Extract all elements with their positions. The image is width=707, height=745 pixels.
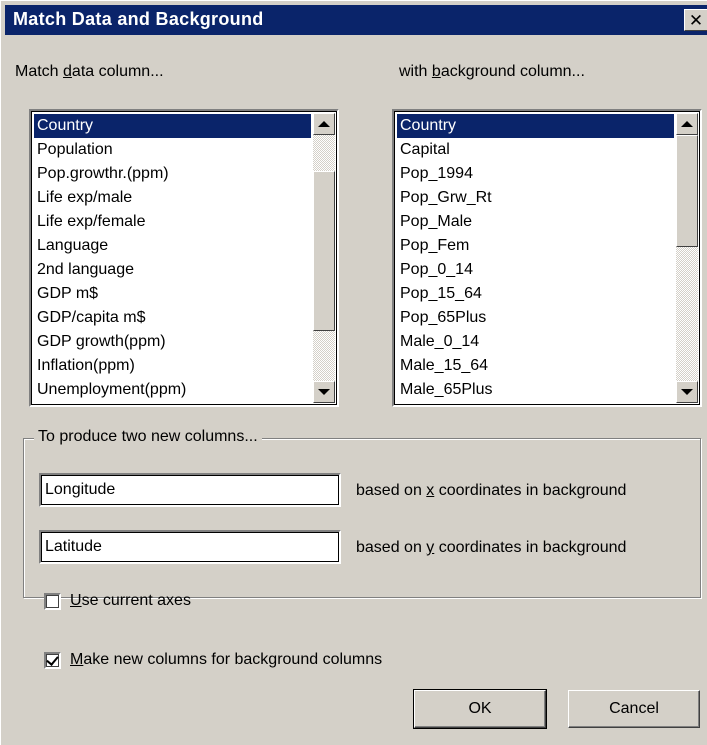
- scroll-thumb[interactable]: [676, 135, 698, 247]
- list-item[interactable]: Male_15_64: [397, 354, 674, 378]
- arrow-up-icon: [681, 121, 693, 127]
- list-item[interactable]: Life exp/female: [34, 210, 311, 234]
- x-coordinates-label: based on x coordinates in background: [356, 482, 627, 499]
- make-new-columns-label: Make new columns for background columns: [70, 651, 383, 668]
- scroll-up-button[interactable]: [676, 113, 698, 135]
- list-item[interactable]: Male_65Plus: [397, 378, 674, 402]
- use-current-axes-option[interactable]: Use current axes: [44, 592, 191, 610]
- scroll-up-button[interactable]: [313, 113, 335, 135]
- data-column-label: Match data column...: [15, 63, 164, 80]
- new-columns-group: To produce two new columns...: [23, 428, 701, 598]
- list-item[interactable]: Pop.growthr.(ppm): [34, 162, 311, 186]
- use-current-axes-checkbox[interactable]: [44, 592, 61, 610]
- list-item[interactable]: Country: [397, 114, 674, 138]
- list-item[interactable]: Unemployment(ppm): [34, 378, 311, 402]
- title-bar: Match Data and Background ✕: [5, 5, 707, 35]
- data-column-listbox[interactable]: Country Population Pop.growthr.(ppm) Life e…: [29, 109, 339, 407]
- list-item[interactable]: Pop_65Plus: [397, 306, 674, 330]
- list-item[interactable]: GDP growth(ppm): [34, 330, 311, 354]
- arrow-up-icon: [318, 121, 330, 127]
- scroll-down-button[interactable]: [676, 381, 698, 403]
- list-item[interactable]: GDP/capita m$: [34, 306, 311, 330]
- list-item[interactable]: Language: [34, 234, 311, 258]
- list-item[interactable]: Pop_Grw_Rt: [397, 186, 674, 210]
- make-new-columns-option[interactable]: Make new columns for background columns: [44, 651, 382, 669]
- make-new-columns-checkbox[interactable]: [44, 651, 61, 669]
- background-column-listbox[interactable]: Country Capital Pop_1994 Pop_Grw_Rt Pop_Male…: [392, 109, 702, 407]
- match-data-dialog: Match Data and Background ✕ Match data c…: [0, 0, 707, 745]
- y-coordinates-label: based on y coordinates in background: [356, 539, 627, 556]
- background-column-label: with background column...: [399, 63, 585, 80]
- close-button[interactable]: ✕: [684, 9, 707, 31]
- list-item[interactable]: Country: [34, 114, 311, 138]
- list-item[interactable]: 2nd language: [34, 258, 311, 282]
- scroll-down-button[interactable]: [313, 381, 335, 403]
- group-legend: To produce two new columns...: [34, 428, 262, 446]
- list-item[interactable]: Capital: [397, 138, 674, 162]
- x-column-name-input[interactable]: Longitude: [39, 473, 341, 507]
- y-column-name-input[interactable]: Latitude: [39, 530, 341, 564]
- list-item[interactable]: GDP m$: [34, 282, 311, 306]
- list-item[interactable]: Pop_1994: [397, 162, 674, 186]
- list-item[interactable]: Pop_15_64: [397, 282, 674, 306]
- list-item[interactable]: Pop_Fem: [397, 234, 674, 258]
- data-column-scrollbar[interactable]: [313, 113, 335, 403]
- data-column-items: Country Population Pop.growthr.(ppm) Life e…: [34, 114, 311, 402]
- close-icon: ✕: [688, 10, 704, 30]
- background-column-scrollbar[interactable]: [676, 113, 698, 403]
- list-item[interactable]: Life exp/male: [34, 186, 311, 210]
- list-item[interactable]: Population: [34, 138, 311, 162]
- list-item[interactable]: Inflation(ppm): [34, 354, 311, 378]
- list-item[interactable]: Male_0_14: [397, 330, 674, 354]
- ok-button[interactable]: OK: [413, 689, 547, 729]
- background-column-items: Country Capital Pop_1994 Pop_Grw_Rt Pop_Male…: [397, 114, 674, 402]
- arrow-down-icon: [318, 389, 330, 395]
- cancel-button[interactable]: Cancel: [568, 690, 700, 728]
- scroll-thumb[interactable]: [313, 171, 335, 331]
- list-item[interactable]: Pop_0_14: [397, 258, 674, 282]
- list-item[interactable]: Pop_Male: [397, 210, 674, 234]
- dialog-title: Match Data and Background: [13, 9, 264, 29]
- arrow-down-icon: [681, 389, 693, 395]
- use-current-axes-label: Use current axes: [70, 592, 191, 609]
